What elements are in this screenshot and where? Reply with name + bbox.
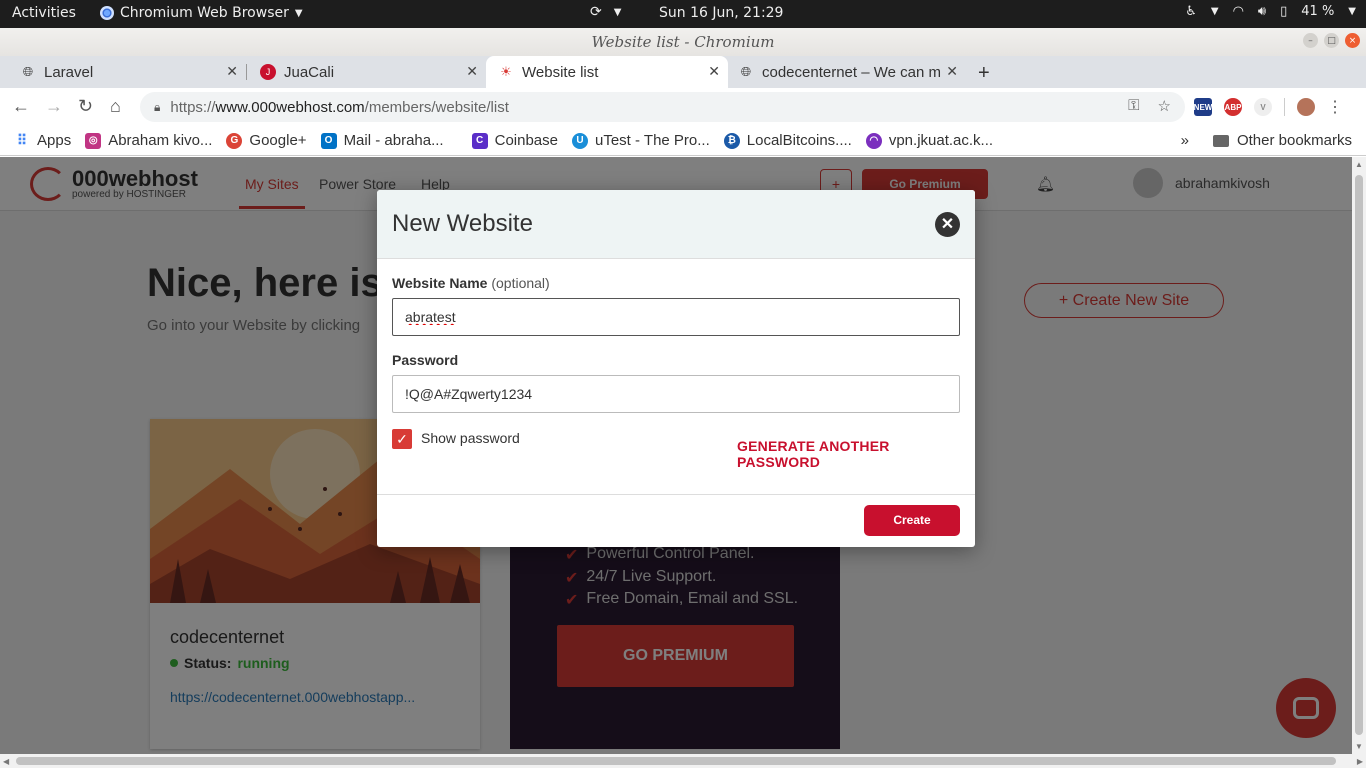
volume-icon: 🔊︎ xyxy=(1257,4,1267,19)
lock-icon: 🔒︎ xyxy=(154,99,161,114)
apps-grid-icon: ⠿ xyxy=(16,132,28,148)
show-password-checkbox[interactable]: ✓ xyxy=(392,429,412,449)
tab-label: codecenternet – We can m xyxy=(762,63,941,81)
app-menu-label: Chromium Web Browser xyxy=(120,5,289,21)
close-tab-icon[interactable]: ✕ xyxy=(946,63,958,80)
tab-label: Laravel xyxy=(44,63,94,81)
scroll-up-icon: ▲ xyxy=(1355,160,1363,169)
create-button[interactable]: Create xyxy=(864,505,960,536)
bookmark-utest[interactable]: UuTest - The Pro... xyxy=(572,132,710,149)
system-tray[interactable]: ♿ ▼ ◠ 🔊︎ ▯ 41 % ▼ xyxy=(1185,4,1356,19)
minimize-button[interactable]: – xyxy=(1303,33,1318,48)
adblock-icon[interactable]: ABP xyxy=(1224,98,1242,116)
tab-juacali[interactable]: J JuaCali ✕ xyxy=(240,56,486,88)
tab-strip: 🌐︎ Laravel ✕ J JuaCali ✕ ☀ Website list … xyxy=(0,56,1366,88)
extension-icons: NEW ABP V ⋮ xyxy=(1194,97,1343,117)
modal-title: New Website xyxy=(392,210,533,237)
tab-label: Website list xyxy=(522,63,599,81)
battery-level: 41 % xyxy=(1301,4,1335,19)
coinbase-icon: C xyxy=(471,132,488,149)
new-extension-icon[interactable]: NEW xyxy=(1194,98,1212,116)
battery-icon: ▯ xyxy=(1280,4,1288,19)
reload-icon[interactable]: ↻ xyxy=(78,96,93,117)
juacali-icon: J xyxy=(260,64,276,80)
outlook-icon: O xyxy=(320,132,337,149)
address-bar[interactable]: 🔒︎ https://www.000webhost.com/members/we… xyxy=(140,92,1185,122)
close-tab-icon[interactable]: ✕ xyxy=(466,63,478,80)
chevron-down-icon: ▼ xyxy=(1210,6,1219,17)
sync-indicator[interactable]: ⟳ ▼ xyxy=(590,4,621,20)
profile-avatar[interactable] xyxy=(1297,98,1315,116)
bookmark-mail[interactable]: O Mail - abraha... xyxy=(320,132,444,149)
app-menu[interactable]: Chromium Web Browser ▼ xyxy=(100,5,303,21)
tab-website-list[interactable]: ☀ Website list ✕ xyxy=(486,56,728,88)
chevron-down-icon: ▼ xyxy=(1348,6,1356,17)
globe-icon: 🌐︎ xyxy=(740,64,752,79)
bookmark-vpn[interactable]: ◠ vpn.jkuat.ac.k... xyxy=(865,132,993,149)
horizontal-scrollbar[interactable]: ◀ ▶ xyxy=(0,754,1366,768)
accessibility-icon: ♿ xyxy=(1185,4,1197,19)
instagram-icon: ◎ xyxy=(85,132,102,149)
password-label: Password xyxy=(392,352,459,368)
bookmarks-overflow[interactable]: » xyxy=(1181,132,1189,149)
scroll-left-icon: ◀ xyxy=(3,757,10,766)
url-text: https://www.000webhost.com/members/websi… xyxy=(170,98,509,116)
google-plus-icon: G xyxy=(226,132,243,149)
system-top-bar: Activities Chromium Web Browser ▼ ⟳ ▼ Su… xyxy=(0,0,1366,28)
000webhost-icon: ☀ xyxy=(500,64,512,79)
menu-kebab-icon[interactable]: ⋮ xyxy=(1327,97,1343,117)
chevron-down-icon: ▼ xyxy=(294,7,303,19)
back-arrow-icon[interactable]: ← xyxy=(12,96,30,117)
window-title: Website list - Chromium xyxy=(591,33,775,51)
globe-icon: 🌐︎ xyxy=(22,64,34,79)
home-icon[interactable]: ⌂ xyxy=(110,96,121,117)
folder-icon xyxy=(1212,134,1229,147)
password-input[interactable] xyxy=(392,375,960,413)
bookmark-instagram[interactable]: ◎ Abraham kivo... xyxy=(85,132,212,149)
bookmark-apps[interactable]: ⠿ Apps xyxy=(14,132,71,149)
bookmark-coinbase[interactable]: C Coinbase xyxy=(471,132,558,149)
wifi-icon: ◠ xyxy=(1232,4,1244,19)
close-icon[interactable]: ✕ xyxy=(935,212,960,237)
new-website-modal: New Website ✕ Website Name (optional) Pa… xyxy=(377,190,975,547)
show-password-label[interactable]: Show password xyxy=(421,430,520,446)
tab-laravel[interactable]: 🌐︎ Laravel ✕ xyxy=(0,56,246,88)
scroll-right-icon: ▶ xyxy=(1356,757,1363,766)
vertical-scrollbar[interactable]: ▲ ▼ xyxy=(1352,157,1366,754)
bookmark-localbitcoins[interactable]: ₿ LocalBitcoins.... xyxy=(723,132,852,149)
v-extension-icon[interactable]: V xyxy=(1254,98,1272,116)
utest-icon: U xyxy=(572,132,588,149)
close-tab-icon[interactable]: ✕ xyxy=(226,63,238,80)
modal-header: New Website ✕ xyxy=(377,190,975,259)
website-name-input[interactable] xyxy=(392,298,960,336)
localbitcoins-icon: ₿ xyxy=(723,132,740,149)
close-window-button[interactable]: × xyxy=(1345,33,1360,48)
tab-label: JuaCali xyxy=(284,63,335,81)
forward-arrow-icon[interactable]: → xyxy=(45,96,63,117)
tab-codecenternet[interactable]: 🌐︎ codecenternet – We can m ✕ xyxy=(718,56,966,88)
chevron-down-icon: ▼ xyxy=(613,6,622,18)
window-title-bar: Website list - Chromium – □ × xyxy=(0,28,1366,56)
chromium-icon xyxy=(100,6,114,20)
activities-button[interactable]: Activities xyxy=(12,5,76,21)
generate-password-link[interactable]: GENERATE ANOTHER PASSWORD xyxy=(737,438,975,470)
website-name-label: Website Name (optional) xyxy=(392,275,550,291)
wifi-icon: ◠ xyxy=(865,132,882,149)
other-bookmarks[interactable]: Other bookmarks xyxy=(1237,132,1352,149)
browser-toolbar: ← → ↻ ⌂ 🔒︎ https://www.000webhost.com/me… xyxy=(0,88,1366,126)
bookmark-google-plus[interactable]: G Google+ xyxy=(226,132,307,149)
sync-icon: ⟳ xyxy=(590,4,602,20)
star-icon[interactable]: ☆ xyxy=(1158,97,1171,115)
scroll-down-icon: ▼ xyxy=(1355,742,1363,751)
maximize-button[interactable]: □ xyxy=(1324,33,1339,48)
new-tab-button[interactable]: + xyxy=(978,62,990,85)
key-icon[interactable]: ⚿ xyxy=(1128,97,1139,115)
bookmarks-bar: ⠿ Apps ◎ Abraham kivo... G Google+ O Mail - … xyxy=(0,126,1366,156)
clock[interactable]: Sun 16 Jun, 21:29 xyxy=(659,5,783,21)
